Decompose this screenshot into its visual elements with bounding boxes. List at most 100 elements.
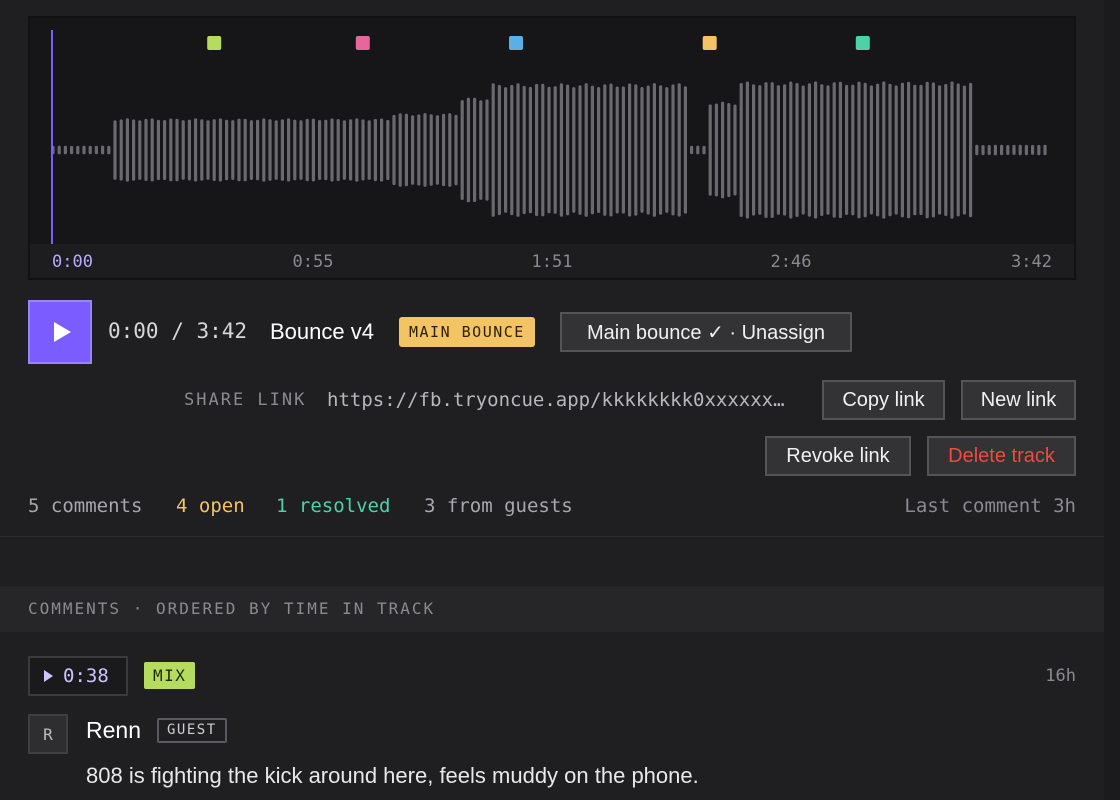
waveform-bar — [628, 83, 632, 217]
waveform-bar — [373, 118, 377, 182]
comment-marker-5[interactable] — [855, 36, 870, 50]
waveform-bar — [646, 85, 650, 215]
waveform-bar — [702, 145, 706, 155]
waveform-svg[interactable] — [30, 18, 1074, 244]
waveform-bar — [690, 145, 694, 155]
waveform-bar — [869, 85, 873, 215]
waveform-bar — [460, 100, 464, 200]
waveform-bar — [293, 119, 297, 181]
waveform-bar — [398, 113, 402, 187]
waveform-bar — [1012, 144, 1016, 155]
waveform-bar — [609, 83, 613, 217]
waveform-bar — [528, 86, 532, 214]
waveform-bar — [287, 118, 291, 182]
waveform-bar — [342, 120, 346, 180]
comment-marker-1[interactable] — [207, 36, 222, 50]
waveform-bar — [621, 86, 625, 214]
waveform-bar — [76, 145, 80, 155]
main-bounce-unassign-button[interactable]: Main bounce ✓ · Unassign — [560, 312, 852, 352]
waveform-bar — [640, 87, 644, 213]
waveform-bar — [950, 81, 954, 219]
waveform-bar — [863, 82, 867, 218]
play-button[interactable] — [28, 300, 92, 364]
waveform-bar — [324, 119, 328, 181]
waveform-bar — [125, 118, 129, 182]
waveform-bar — [504, 87, 508, 213]
waveform-bar — [404, 113, 408, 187]
waveform-bar — [522, 85, 526, 215]
timecode: 0:00 / 3:42 — [108, 319, 248, 343]
waveform-bar — [305, 118, 309, 182]
last-comment-time: Last comment 3h — [904, 495, 1076, 517]
time-tick-start: 0:00 — [52, 252, 93, 272]
new-link-button[interactable]: New link — [961, 380, 1076, 420]
waveform-bar — [541, 83, 545, 217]
waveform-bar — [559, 83, 563, 217]
waveform-bar — [132, 119, 136, 181]
waveform-bar — [63, 145, 67, 155]
waveform-bar — [801, 85, 805, 215]
waveform-bar — [497, 84, 501, 216]
waveform-bar — [94, 145, 98, 155]
waveform-bar — [386, 119, 390, 181]
comments-count: 5 comments — [28, 495, 143, 517]
waveform-bar — [553, 86, 557, 214]
waveform-bar — [57, 145, 61, 155]
waveform-bar — [764, 82, 768, 218]
share-link-url[interactable]: https://fb.tryoncue.app/kkkkkkkk0xxxxxx… — [327, 389, 810, 411]
waveform-bar — [101, 145, 105, 155]
waveform-bar — [249, 120, 253, 180]
waveform-bar — [832, 82, 836, 218]
comment-marker-2[interactable] — [355, 36, 370, 50]
waveform-bar — [615, 86, 619, 214]
waveform-bar — [969, 82, 973, 218]
waveform-bar — [919, 84, 923, 216]
waveform-bar — [206, 120, 210, 180]
playhead[interactable] — [51, 30, 53, 244]
waveform-bar — [807, 83, 811, 217]
copy-link-button[interactable]: Copy link — [822, 380, 945, 420]
waveform-bar — [70, 145, 74, 155]
waveform-bar — [789, 81, 793, 219]
waveform-bar — [491, 83, 495, 217]
waveform-bar — [1006, 145, 1010, 155]
waveform-bar — [535, 83, 539, 217]
delete-track-button[interactable]: Delete track — [927, 436, 1076, 476]
waveform-bar — [107, 145, 111, 155]
waveform-panel[interactable]: 0:00 0:55 1:51 2:46 3:42 — [28, 16, 1076, 280]
waveform-bar — [944, 83, 948, 217]
scrollbar[interactable] — [1104, 0, 1120, 800]
waveform-bar — [882, 81, 886, 219]
waveform-bar — [231, 120, 235, 180]
waveform-bar — [708, 104, 712, 196]
waveform-bar — [925, 81, 929, 219]
section-divider — [0, 536, 1104, 537]
waveform-bar — [572, 87, 576, 213]
guests-count: 3 from guests — [424, 495, 573, 517]
resolved-count: 1 resolved — [276, 495, 391, 517]
waveform-bar — [590, 85, 594, 215]
waveform-bar — [913, 84, 917, 216]
avatar: R — [28, 714, 68, 754]
waveform-bar — [479, 100, 483, 200]
waveform-bar — [795, 83, 799, 217]
waveform-bar — [243, 118, 247, 182]
waveform-area[interactable] — [30, 18, 1074, 244]
waveform-bar — [838, 81, 842, 219]
comment-time: 0:38 — [63, 665, 109, 687]
comment-seek-button[interactable]: 0:38 — [28, 656, 128, 696]
waveform-bar — [993, 144, 997, 156]
comment-marker-4[interactable] — [702, 36, 717, 50]
waveform-bar — [516, 83, 520, 217]
waveform-bar — [454, 114, 458, 186]
waveform-bar — [119, 119, 123, 181]
waveform-bar — [1037, 144, 1041, 156]
waveform-bar — [770, 82, 774, 218]
waveform-bar — [280, 119, 284, 181]
revoke-link-button[interactable]: Revoke link — [765, 436, 911, 476]
waveform-bar — [212, 119, 216, 181]
time-tick-1: 0:55 — [292, 252, 334, 272]
waveform-bar — [1000, 144, 1004, 156]
waveform-bar — [299, 120, 303, 180]
comment-marker-3[interactable] — [509, 36, 523, 50]
